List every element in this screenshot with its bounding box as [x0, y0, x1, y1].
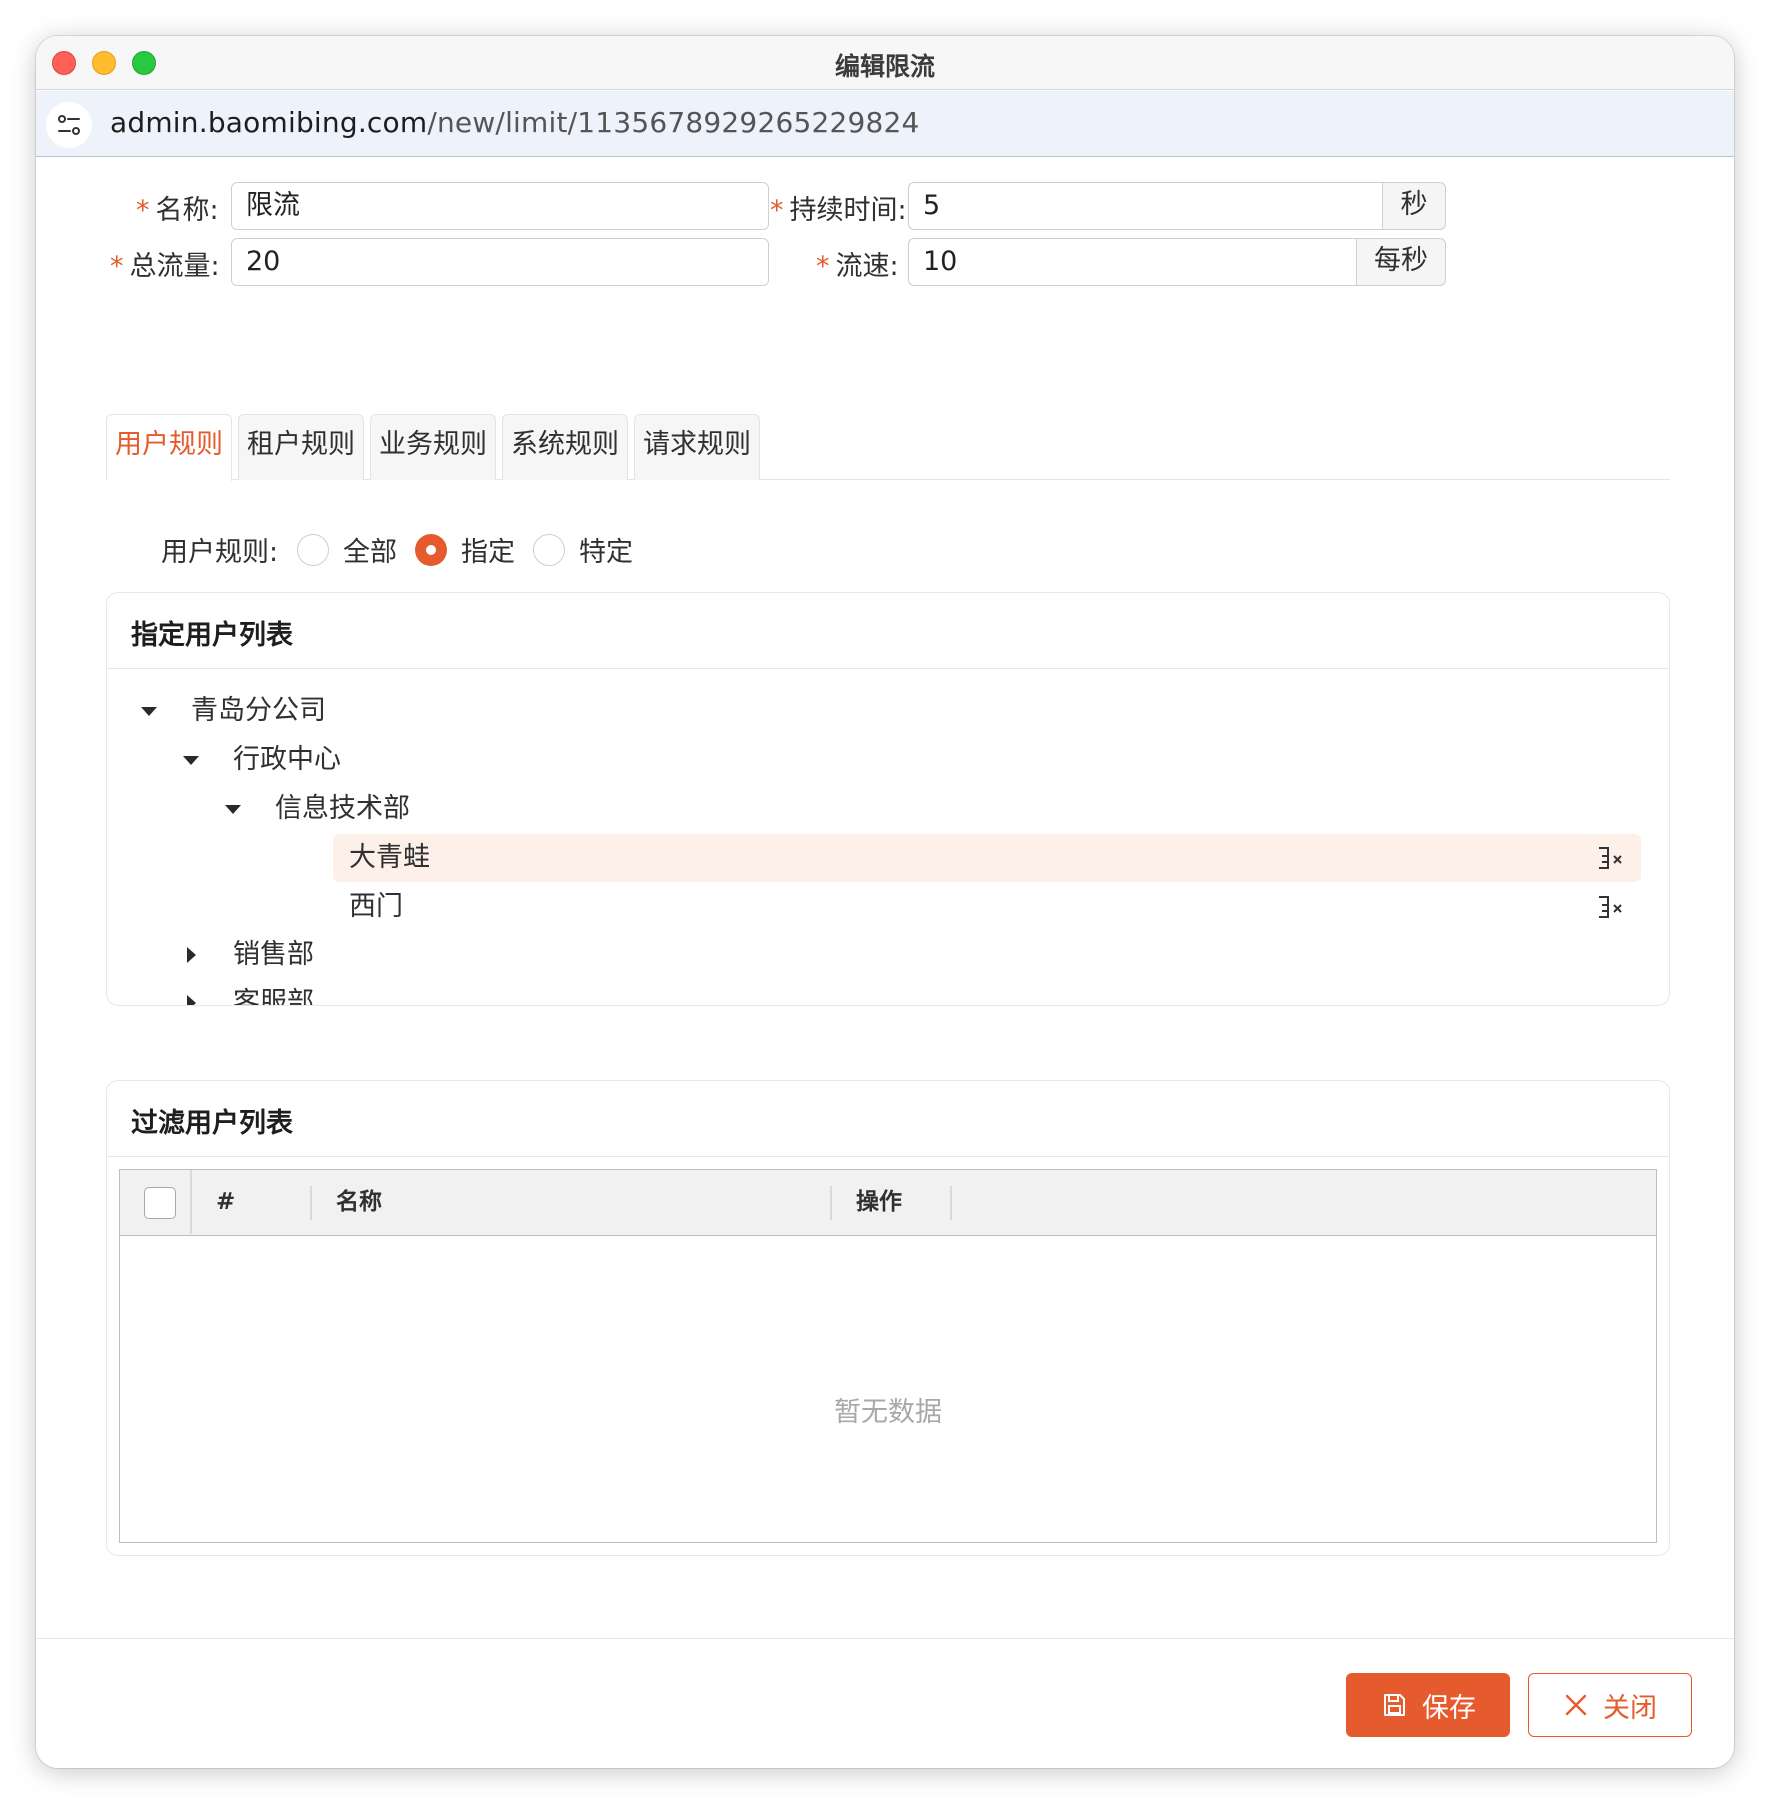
url-host: admin.baomibing.com: [110, 106, 428, 139]
duration-input[interactable]: 5: [908, 182, 1384, 230]
column-divider[interactable]: [310, 1186, 312, 1220]
select-all-checkbox[interactable]: [144, 1187, 176, 1219]
address-bar[interactable]: admin.baomibing.com/new/limit/1135678929…: [36, 91, 1734, 157]
specified-users-panel: 指定用户列表 青岛分公司 行政中心 信息技术部 大青蛙 西门 销售部 客服部: [106, 592, 1670, 1006]
tab-tenant-rules[interactable]: 租户规则: [238, 414, 364, 480]
tree-node-sales[interactable]: 销售部: [183, 931, 583, 979]
radio-all[interactable]: [297, 534, 329, 566]
tree-node-label: 客服部: [233, 987, 314, 1006]
user-rule-label: 用户规则:: [161, 537, 279, 568]
column-divider[interactable]: [830, 1186, 832, 1220]
tab-business-rules[interactable]: 业务规则: [370, 414, 496, 480]
tree-leaf-label: 大青蛙: [349, 842, 430, 873]
duration-unit: 秒: [1382, 182, 1446, 230]
tab-user-rules[interactable]: 用户规则: [106, 414, 232, 481]
specified-users-title: 指定用户列表: [107, 593, 1669, 669]
column-index: #: [216, 1189, 236, 1215]
required-mark: *: [816, 251, 830, 282]
tree-node-label: 销售部: [233, 939, 314, 970]
rate-unit: 每秒: [1356, 238, 1446, 286]
close-button[interactable]: 关闭: [1528, 1673, 1692, 1737]
app-window: 编辑限流 admin.baomibing.com/new/limit/11356…: [36, 36, 1734, 1768]
url-text[interactable]: admin.baomibing.com/new/limit/1135678929…: [110, 106, 920, 139]
column-divider[interactable]: [950, 1186, 952, 1220]
rate-label: * 流速:: [816, 244, 899, 283]
empty-state-text: 暂无数据: [834, 1397, 942, 1428]
rate-label-text: 流速:: [835, 251, 899, 282]
dialog-footer: 保存 关闭: [36, 1638, 1734, 1768]
total-input[interactable]: 20: [231, 238, 769, 286]
radio-special-label[interactable]: 特定: [579, 530, 633, 569]
tree-node-admin-center[interactable]: 行政中心: [183, 736, 583, 784]
tree-node-service[interactable]: 客服部: [183, 979, 583, 1006]
remove-user-icon[interactable]: [1595, 842, 1627, 874]
tab-request-rules[interactable]: 请求规则: [634, 414, 760, 480]
duration-label-text: 持续时间:: [789, 195, 907, 226]
total-label-text: 总流量:: [129, 251, 220, 282]
column-actions: 操作: [856, 1189, 902, 1215]
name-label-text: 名称:: [155, 195, 219, 226]
title-bar: 编辑限流: [36, 36, 1734, 90]
caret-down-icon[interactable]: [183, 756, 199, 765]
column-divider: [190, 1170, 192, 1234]
remove-user-icon[interactable]: [1595, 891, 1627, 923]
tree-node-label: 信息技术部: [275, 793, 410, 824]
close-button-label: 关闭: [1603, 1692, 1657, 1724]
radio-specified-label[interactable]: 指定: [461, 530, 515, 569]
url-path: /new/limit/1135678929265229824: [427, 106, 920, 139]
tree-node-it-dept[interactable]: 信息技术部: [225, 785, 625, 833]
filter-users-table: # 名称 操作 暂无数据: [119, 1169, 1657, 1543]
radio-special[interactable]: [533, 534, 565, 566]
name-input[interactable]: 限流: [231, 182, 769, 230]
tree-node-label: 行政中心: [233, 744, 341, 775]
site-settings-icon[interactable]: [46, 102, 92, 148]
column-name: 名称: [336, 1189, 382, 1215]
tree-node-label: 青岛分公司: [191, 695, 326, 726]
tab-system-rules[interactable]: 系统规则: [502, 414, 628, 480]
close-icon: [1565, 1694, 1587, 1716]
required-mark: *: [136, 195, 150, 226]
rule-tabs: 用户规则 租户规则 业务规则 系统规则 请求规则: [106, 414, 1670, 481]
required-mark: *: [770, 195, 784, 226]
tree-leaf-user[interactable]: 西门: [333, 883, 1641, 931]
total-label: * 总流量:: [110, 244, 220, 283]
duration-label: * 持续时间:: [770, 188, 907, 227]
rate-input[interactable]: 10: [908, 238, 1358, 286]
required-mark: *: [110, 251, 124, 282]
tree-leaf-label: 西门: [349, 891, 403, 922]
filter-users-title: 过滤用户列表: [107, 1081, 1669, 1157]
filter-users-panel: 过滤用户列表 # 名称 操作 暂无数据: [106, 1080, 1670, 1556]
radio-all-label[interactable]: 全部: [343, 530, 397, 569]
window-title: 编辑限流: [834, 52, 935, 81]
dialog-content: * 名称: 限流 * 持续时间: 5 秒 * 总流量: 20 * 流速: 10 每秒 用…: [36, 158, 1734, 1638]
tree-node-qingdao-branch[interactable]: 青岛分公司: [141, 687, 541, 735]
caret-right-icon[interactable]: [187, 947, 196, 963]
radio-specified[interactable]: [415, 534, 447, 566]
caret-down-icon[interactable]: [225, 805, 241, 814]
save-button-label: 保存: [1422, 1692, 1476, 1724]
save-button[interactable]: 保存: [1346, 1673, 1510, 1737]
tree-leaf-user[interactable]: 大青蛙: [333, 834, 1641, 882]
table-header: # 名称 操作: [120, 1170, 1656, 1236]
caret-down-icon[interactable]: [141, 707, 157, 716]
name-label: * 名称:: [136, 188, 219, 227]
caret-right-icon[interactable]: [187, 995, 196, 1005]
save-icon: [1384, 1694, 1405, 1716]
